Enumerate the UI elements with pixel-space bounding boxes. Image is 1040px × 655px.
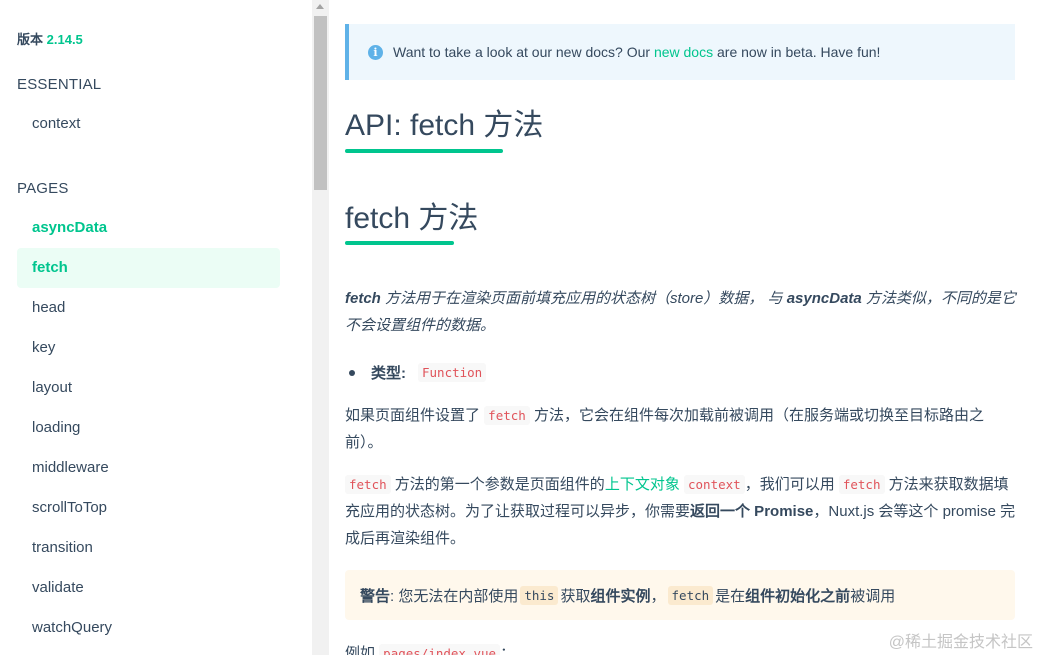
intro-text-1: 方法用于在渲染页面前填充应用的状态树（store）数据， 与 — [380, 290, 787, 307]
new-docs-link[interactable]: new docs — [654, 44, 713, 60]
sidebar-item-asyncdata[interactable]: asyncData — [17, 208, 280, 248]
bullet-dot — [349, 369, 355, 376]
main-content: i Want to take a look at our new docs? O… — [329, 0, 1040, 655]
para2-text-1: 方法的第一个参数是页面组件的 — [390, 476, 605, 493]
sidebar-item-fetch[interactable]: fetch — [17, 248, 280, 288]
context-link[interactable]: 上下文对象 — [605, 476, 680, 493]
warning-code-this: this — [520, 585, 559, 605]
beta-docs-notice: i Want to take a look at our new docs? O… — [345, 24, 1015, 80]
sidebar-item-validate[interactable]: validate — [17, 568, 280, 608]
watermark: @稀土掘金技术社区 — [888, 634, 1033, 651]
para2-code-context: context — [684, 475, 745, 494]
type-label: 类型: — [371, 365, 406, 382]
sidebar-item-scrolltotop[interactable]: scrollToTop — [17, 488, 280, 528]
sidebar-item-watchquery[interactable]: watchQuery — [17, 608, 280, 648]
para1-code: fetch — [484, 406, 530, 425]
version-label: 版本 2.14.5 — [17, 29, 83, 48]
para2-text-2: ，我们可以用 — [744, 476, 839, 493]
section-title-pages: PAGES — [17, 180, 69, 197]
warning-text-3: ， — [650, 587, 666, 605]
version-number[interactable]: 2.14.5 — [47, 32, 83, 47]
warning-box: 警告: 您无法在内部使用 this 获取 组件实例， fetch 是在 组件初始化之前 被调用 — [345, 570, 1015, 620]
section-heading-underline — [345, 241, 454, 245]
example-line: 例如 pages/index.vue： — [345, 642, 515, 655]
sidebar-scrollbar[interactable] — [312, 0, 329, 655]
sidebar-item-layout[interactable]: layout — [17, 368, 280, 408]
notice-text: Want to take a look at our new docs? Our… — [393, 44, 880, 60]
intro-asyncdata: asyncData — [786, 290, 862, 307]
sidebar: 版本 2.14.5 ESSENTIAL context PAGES asyncD… — [0, 0, 312, 655]
type-bullet: 类型: Function — [349, 362, 487, 383]
warning-text-5: 被调用 — [850, 587, 896, 605]
sidebar-item-transition[interactable]: transition — [17, 528, 280, 568]
warning-text-4: 是在 — [715, 587, 746, 605]
intro-paragraph: fetch 方法用于在渲染页面前填充应用的状态树（store）数据， 与 asy… — [345, 285, 1017, 339]
page-title: API: fetch 方法 — [345, 109, 544, 142]
scrollbar-thumb[interactable] — [314, 16, 327, 190]
notice-text-before: Want to take a look at our new docs? Our — [393, 44, 654, 60]
para2-code-fetch-2: fetch — [838, 475, 885, 494]
para2-code-fetch: fetch — [345, 475, 391, 494]
info-icon: i — [368, 44, 383, 60]
version-text: 版本 — [17, 32, 44, 47]
sidebar-item-head[interactable]: head — [17, 288, 280, 328]
scroll-up-arrow-icon[interactable] — [316, 4, 324, 9]
notice-text-after: are now in beta. Have fun! — [713, 44, 881, 60]
page-title-underline — [345, 149, 503, 153]
warning-code-fetch: fetch — [667, 585, 714, 605]
section-title-essential: ESSENTIAL — [17, 76, 102, 93]
example-code: pages/index.vue — [379, 644, 501, 655]
example-text-2: ： — [500, 645, 516, 655]
sidebar-item-context[interactable]: context — [17, 104, 280, 144]
para1-text-1: 如果页面组件设置了 — [345, 407, 485, 424]
type-value: Function — [418, 363, 487, 382]
warning-text-2: 获取 — [560, 587, 591, 605]
warning-bold-1: 组件实例 — [590, 587, 651, 605]
warning-bold-2: 组件初始化之前 — [745, 587, 851, 605]
sidebar-item-loading[interactable]: loading — [17, 408, 280, 448]
warning-text-1: : 您无法在内部使用 — [390, 587, 519, 605]
sidebar-item-key[interactable]: key — [17, 328, 280, 368]
warning-label: 警告 — [360, 587, 391, 605]
para2-bold-promise: 返回一个 Promise — [690, 503, 814, 520]
paragraph-fetch-context: fetch 方法的第一个参数是页面组件的上下文对象 context ，我们可以用 … — [345, 471, 1017, 552]
sidebar-item-middleware[interactable]: middleware — [17, 448, 280, 488]
section-heading: fetch 方法 — [345, 202, 479, 235]
intro-fetch: fetch — [345, 290, 381, 307]
paragraph-fetch-called: 如果页面组件设置了 fetch 方法，它会在组件每次加载前被调用（在服务端或切换… — [345, 402, 1017, 456]
example-text-1: 例如 — [345, 645, 380, 655]
